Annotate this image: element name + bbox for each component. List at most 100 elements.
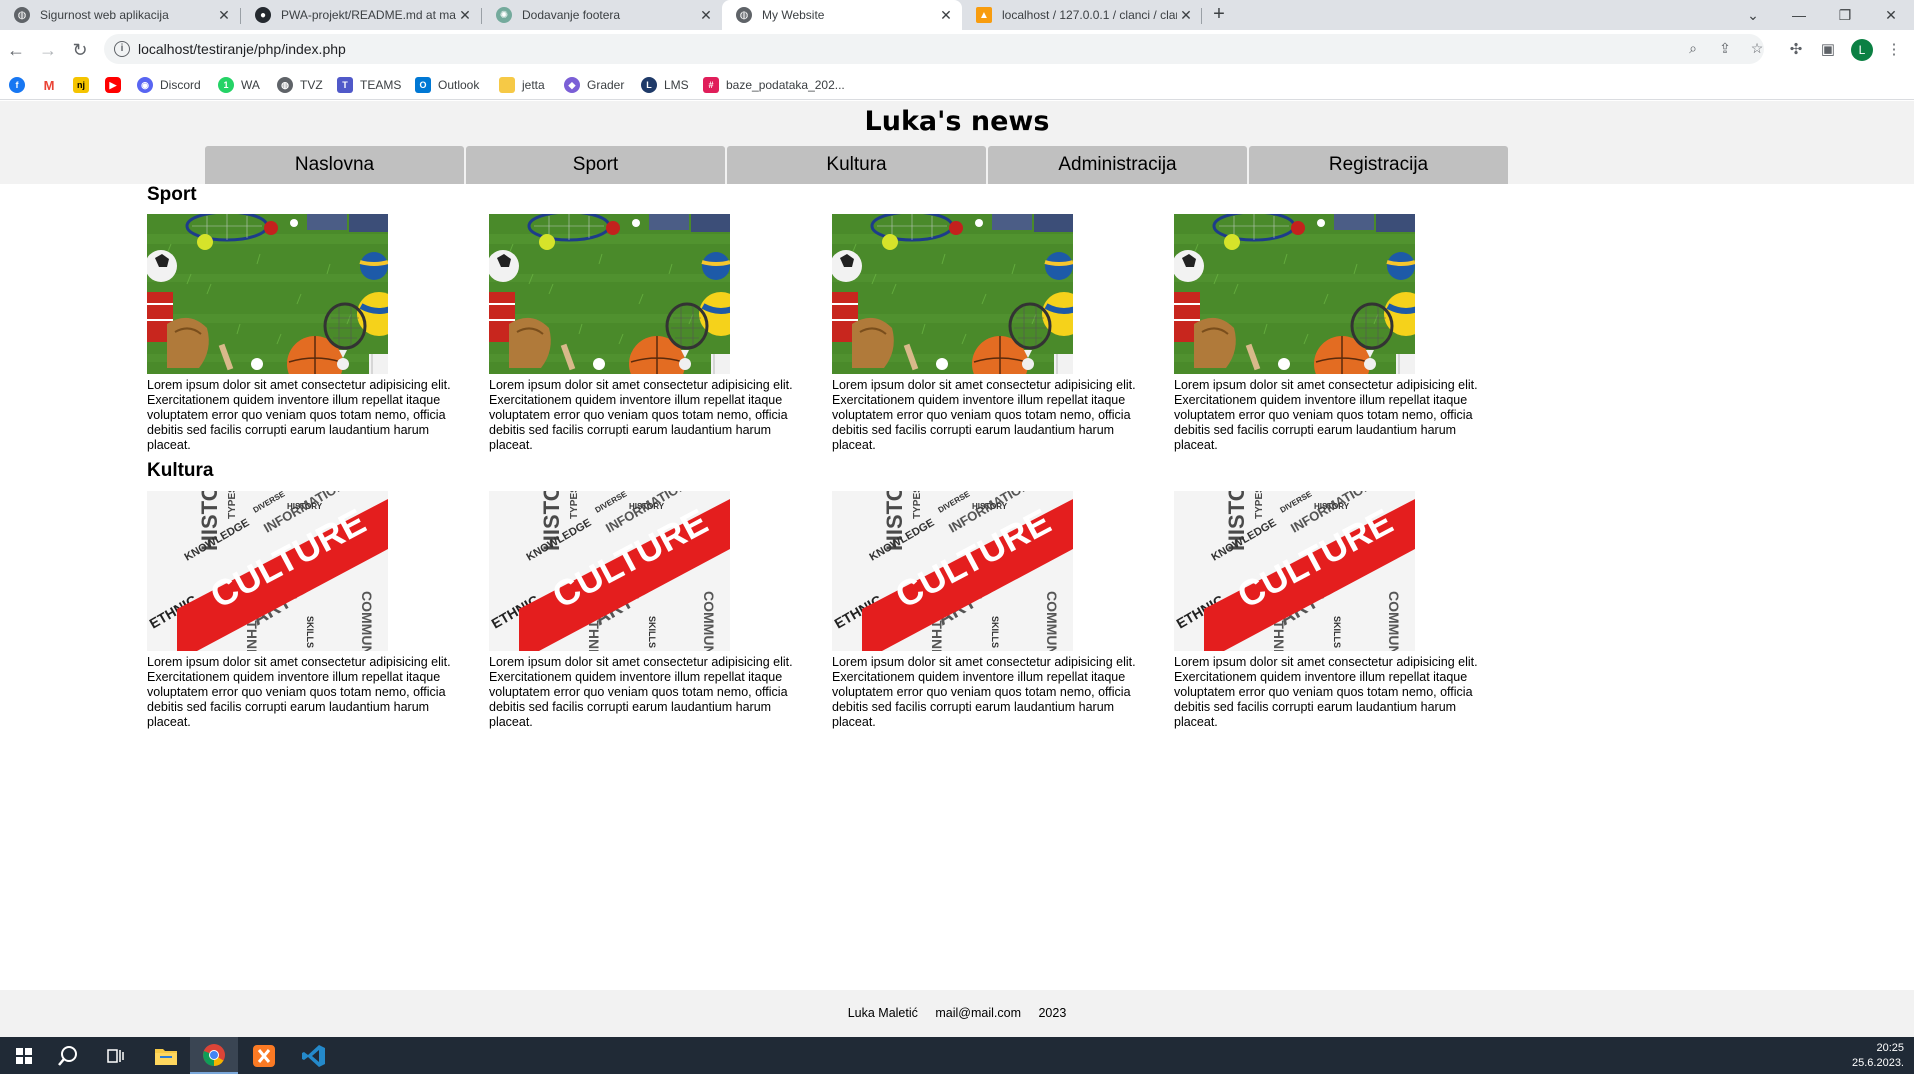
bookmark-lms[interactable]: L LMS bbox=[641, 77, 689, 93]
extensions-icon[interactable]: ✣ bbox=[1786, 40, 1806, 60]
bookmark-wa[interactable]: 1 WA bbox=[218, 77, 260, 93]
footer-year: 2023 bbox=[1038, 1006, 1067, 1020]
system-clock[interactable]: 20:25 25.6.2023. bbox=[1852, 1041, 1904, 1071]
sport-image[interactable] bbox=[147, 214, 388, 374]
bookmark-discord[interactable]: ◉ Discord bbox=[137, 77, 201, 93]
article-text: Lorem ipsum dolor sit amet consectetur a… bbox=[1174, 378, 1478, 452]
svg-text:HISTORY: HISTORY bbox=[1314, 502, 1350, 511]
windows-start-icon[interactable] bbox=[0, 1037, 48, 1074]
svg-text:TYPES: TYPES bbox=[912, 491, 923, 519]
chatgpt-icon: ✺ bbox=[496, 7, 512, 23]
article-text: Lorem ipsum dolor sit amet consectetur a… bbox=[832, 378, 1136, 452]
bookmark-star-icon[interactable]: ☆ bbox=[1748, 40, 1766, 58]
close-icon[interactable]: ✕ bbox=[938, 7, 954, 23]
site-title: Luka's news bbox=[864, 106, 1050, 137]
article-card[interactable]: Lorem ipsum dolor sit amet consectetur a… bbox=[147, 214, 475, 453]
address-bar[interactable]: i localhost/testiranje/php/index.php ⌕ ⇪… bbox=[104, 34, 1764, 64]
article-card[interactable]: HISTORY TYPES DIVERSE INFORMATION KNOWLE… bbox=[147, 491, 475, 730]
close-icon[interactable]: ✕ bbox=[457, 7, 473, 23]
culture-image[interactable]: HISTORY TYPES DIVERSE INFORMATION KNOWLE… bbox=[489, 491, 730, 651]
forward-button[interactable]: → bbox=[36, 38, 60, 62]
tab-github[interactable]: ● PWA-projekt/README.md at main ✕ bbox=[241, 0, 481, 30]
article-card[interactable]: HISTORY TYPES DIVERSE INFORMATION KNOWLE… bbox=[1174, 491, 1502, 730]
svg-text:COMMUNITY: COMMUNITY bbox=[359, 591, 375, 651]
svg-text:COMMUNITY: COMMUNITY bbox=[701, 591, 717, 651]
article-text: Lorem ipsum dolor sit amet consectetur a… bbox=[489, 378, 793, 452]
article-card[interactable]: Lorem ipsum dolor sit amet consectetur a… bbox=[489, 214, 817, 453]
culture-image[interactable]: HISTORY TYPES DIVERSE INFORMATION KNOWLE… bbox=[1174, 491, 1415, 651]
bookmark-facebook[interactable]: f bbox=[9, 77, 32, 93]
windows-taskbar: 20:25 25.6.2023. bbox=[0, 1037, 1914, 1074]
back-button[interactable]: ← bbox=[4, 38, 28, 62]
window-close-button[interactable]: ✕ bbox=[1868, 0, 1914, 30]
bookmark-tvz[interactable]: ◍ TVZ bbox=[277, 77, 323, 93]
svg-text:COMMUNITY: COMMUNITY bbox=[1386, 591, 1402, 651]
tab-phpmyadmin[interactable]: ▲ localhost / 127.0.0.1 / clanci / clanc… bbox=[962, 0, 1202, 30]
restore-button[interactable]: ❐ bbox=[1822, 0, 1868, 30]
bookmark-jetta[interactable]: jetta bbox=[499, 77, 545, 93]
close-icon[interactable]: ✕ bbox=[216, 7, 232, 23]
article-text: Lorem ipsum dolor sit amet consectetur a… bbox=[1174, 655, 1478, 729]
svg-text:SKILLS: SKILLS bbox=[990, 616, 1000, 648]
site-header: Luka's news Naslovna Sport Kultura Admin… bbox=[0, 101, 1914, 184]
tab-dodavanje-footera[interactable]: ✺ Dodavanje footera ✕ bbox=[482, 0, 722, 30]
github-icon: ● bbox=[255, 7, 271, 23]
search-icon[interactable] bbox=[44, 1037, 92, 1074]
bookmark-baze-podataka[interactable]: # baze_podataka_202... bbox=[703, 77, 845, 93]
url-text[interactable]: localhost/testiranje/php/index.php bbox=[138, 41, 346, 57]
nav-registracija[interactable]: Registracija bbox=[1249, 146, 1508, 184]
sport-image[interactable] bbox=[832, 214, 1073, 374]
chrome-icon[interactable] bbox=[190, 1037, 238, 1074]
sport-image[interactable] bbox=[489, 214, 730, 374]
grader-icon: ◆ bbox=[564, 77, 580, 93]
tab-title: My Website bbox=[762, 8, 825, 22]
clock-date: 25.6.2023. bbox=[1852, 1057, 1904, 1069]
page-viewport: Luka's news Naslovna Sport Kultura Admin… bbox=[0, 101, 1914, 1037]
article-text: Lorem ipsum dolor sit amet consectetur a… bbox=[489, 655, 793, 729]
phpmyadmin-icon: ▲ bbox=[976, 7, 992, 23]
xampp-icon[interactable] bbox=[240, 1037, 288, 1074]
svg-text:HISTORY: HISTORY bbox=[287, 502, 323, 511]
outlook-icon: O bbox=[415, 77, 431, 93]
bookmark-grader[interactable]: ◆ Grader bbox=[564, 77, 624, 93]
article-card[interactable]: Lorem ipsum dolor sit amet consectetur a… bbox=[1174, 214, 1502, 453]
tab-title: Sigurnost web aplikacija bbox=[40, 8, 169, 22]
profile-avatar[interactable]: L bbox=[1851, 39, 1873, 61]
file-explorer-icon[interactable] bbox=[142, 1037, 190, 1074]
close-icon[interactable]: ✕ bbox=[1178, 7, 1194, 23]
bookmark-youtube[interactable]: ▶ bbox=[105, 77, 128, 93]
nav-naslovna[interactable]: Naslovna bbox=[205, 146, 464, 184]
bookmark-nj[interactable]: nj bbox=[73, 77, 96, 93]
nav-sport[interactable]: Sport bbox=[466, 146, 725, 184]
article-card[interactable]: HISTORY TYPES DIVERSE INFORMATION KNOWLE… bbox=[832, 491, 1160, 730]
bookmark-teams[interactable]: T TEAMS bbox=[337, 77, 401, 93]
culture-image[interactable]: HISTORY TYPES DIVERSE INFORMATION KNOWLE… bbox=[147, 491, 388, 651]
minimize-button[interactable]: — bbox=[1776, 0, 1822, 30]
tab-my-website[interactable]: ◍ My Website ✕ bbox=[722, 0, 962, 30]
vscode-icon[interactable] bbox=[290, 1037, 338, 1074]
article-card[interactable]: Lorem ipsum dolor sit amet consectetur a… bbox=[832, 214, 1160, 453]
gmail-icon: M bbox=[41, 77, 57, 93]
zoom-icon[interactable]: ⌕ bbox=[1684, 40, 1702, 58]
side-panel-icon[interactable]: ▣ bbox=[1818, 40, 1838, 60]
facebook-icon: f bbox=[9, 77, 25, 93]
bookmark-outlook[interactable]: O Outlook bbox=[415, 77, 479, 93]
close-icon[interactable]: ✕ bbox=[698, 7, 714, 23]
bookmark-gmail[interactable]: M bbox=[41, 77, 64, 93]
menu-icon[interactable]: ⋮ bbox=[1884, 40, 1904, 60]
nav-kultura[interactable]: Kultura bbox=[727, 146, 986, 184]
task-view-icon[interactable] bbox=[92, 1037, 140, 1074]
info-icon[interactable]: i bbox=[114, 41, 130, 57]
culture-image[interactable]: HISTORY TYPES DIVERSE INFORMATION KNOWLE… bbox=[832, 491, 1073, 651]
tab-title: Dodavanje footera bbox=[522, 8, 621, 22]
tab-search-icon[interactable]: ⌄ bbox=[1730, 0, 1776, 30]
sport-image[interactable] bbox=[1174, 214, 1415, 374]
share-icon[interactable]: ⇪ bbox=[1716, 40, 1734, 58]
tab-sigurnost[interactable]: ◍ Sigurnost web aplikacija ✕ bbox=[0, 0, 240, 30]
reload-button[interactable]: ↻ bbox=[68, 38, 92, 62]
svg-text:HISTORY: HISTORY bbox=[629, 502, 665, 511]
new-tab-button[interactable]: + bbox=[1207, 3, 1231, 26]
globe-icon: ◍ bbox=[277, 77, 293, 93]
nav-administracija[interactable]: Administracija bbox=[988, 146, 1247, 184]
article-card[interactable]: HISTORY TYPES DIVERSE INFORMATION KNOWLE… bbox=[489, 491, 817, 730]
